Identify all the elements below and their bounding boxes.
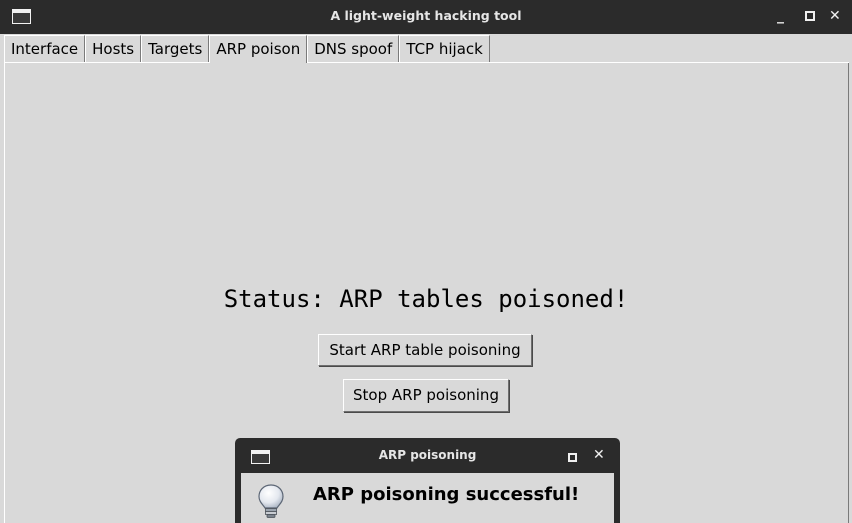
stop-arp-poisoning-button[interactable]: Stop ARP poisoning (343, 379, 509, 412)
tab-list: Interface Hosts Targets ARP poison DNS s… (4, 35, 490, 63)
tab-dns-spoof[interactable]: DNS spoof (307, 35, 400, 62)
window-title: A light-weight hacking tool (330, 8, 522, 23)
tab-tcp-hijack[interactable]: TCP hijack (399, 35, 490, 62)
main-window: A light-weight hacking tool _ ✕ Interfac… (0, 0, 852, 523)
dialog-title: ARP poisoning (378, 448, 477, 462)
lightbulb-icon (258, 484, 284, 518)
tab-targets[interactable]: Targets (141, 35, 210, 62)
close-button[interactable]: ✕ (829, 7, 841, 25)
dialog-close-button[interactable]: ✕ (593, 447, 605, 463)
tab-interface[interactable]: Interface (4, 35, 86, 62)
dialog-body: ARP poisoning successful! (241, 473, 614, 523)
arp-poisoning-dialog: ARP poisoning ✕ ARP poisoning successful… (235, 438, 620, 523)
status-text: Status: ARP tables poisoned! (223, 285, 629, 313)
start-arp-poisoning-button[interactable]: Start ARP table poisoning (318, 334, 532, 366)
dialog-maximize-button[interactable] (568, 453, 577, 462)
maximize-button[interactable] (805, 11, 815, 21)
title-bar[interactable]: A light-weight hacking tool _ ✕ (0, 0, 852, 34)
tab-arp-poison[interactable]: ARP poison (209, 35, 308, 63)
minimize-button[interactable]: _ (777, 7, 784, 25)
tab-hosts[interactable]: Hosts (85, 35, 142, 62)
dialog-message: ARP poisoning successful! (313, 484, 580, 505)
